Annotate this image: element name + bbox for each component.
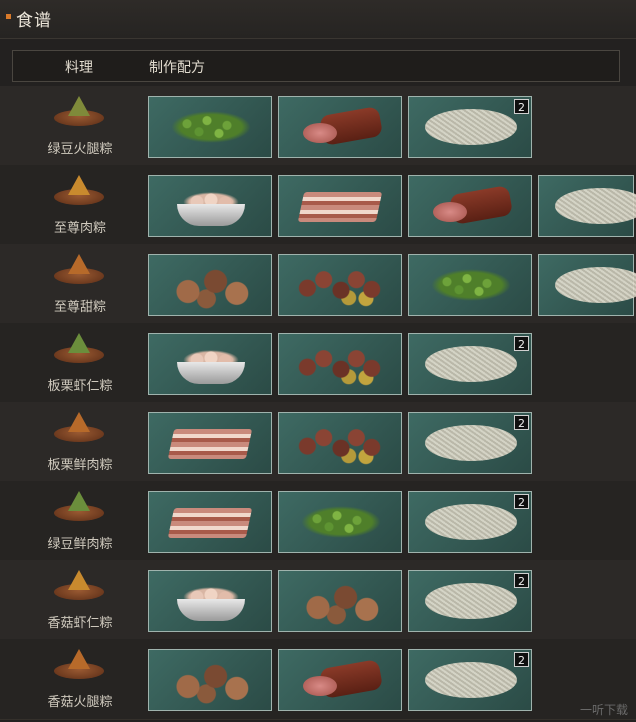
chestnut-icon: [293, 344, 389, 386]
quantity-badge: 2: [514, 652, 529, 667]
recipe-row: 至尊甜粽: [0, 244, 636, 325]
ingredient-slot[interactable]: [278, 96, 402, 158]
ingredient-slot[interactable]: 2: [408, 649, 532, 711]
pork-belly-icon: [167, 425, 253, 461]
ingredient-slot[interactable]: [148, 412, 272, 474]
quantity-badge: 2: [514, 415, 529, 430]
header-marker: [6, 14, 11, 19]
ingredient-slot[interactable]: [148, 649, 272, 711]
dish-name: 板栗虾仁粽: [47, 379, 113, 394]
column-header: 料理 制作配方: [12, 50, 620, 82]
zongzi-icon: [52, 96, 106, 126]
dish-name: 板栗鲜肉粽: [47, 458, 113, 473]
ham-icon: [299, 659, 384, 700]
glutinous-rice-icon: [425, 583, 517, 619]
chestnut-icon: [293, 423, 389, 465]
ingredient-slot[interactable]: [278, 254, 402, 316]
recipe-row: 板栗虾仁粽 2: [0, 323, 636, 404]
glutinous-rice-icon: [425, 346, 517, 382]
ingredient-slot[interactable]: 2: [408, 412, 532, 474]
ingredient-slot[interactable]: 2: [408, 491, 532, 553]
ham-icon: [429, 185, 514, 226]
column-dish: 料理: [65, 60, 93, 76]
recipe-row: 绿豆鲜肉粽 2: [0, 481, 636, 562]
recipe-row: 至尊肉粽: [0, 165, 636, 246]
zongzi-icon: [52, 649, 106, 679]
ingredient-slot[interactable]: [148, 570, 272, 632]
ingredient-slot[interactable]: [148, 333, 272, 395]
ingredient-slot[interactable]: [538, 254, 636, 316]
zongzi-icon: [52, 254, 106, 284]
mushroom-icon: [165, 263, 257, 309]
mung-beans-icon: [301, 506, 381, 538]
ingredient-slot[interactable]: [148, 175, 272, 237]
quantity-badge: 2: [514, 99, 529, 114]
zongzi-icon: [52, 175, 106, 205]
ingredient-slot[interactable]: [278, 175, 402, 237]
ingredient-slot[interactable]: 2: [408, 96, 532, 158]
mung-beans-icon: [171, 111, 251, 143]
glutinous-rice-icon: [425, 662, 517, 698]
recipe-row: 板栗鲜肉粽 2: [0, 402, 636, 483]
mung-beans-icon: [431, 269, 511, 301]
dish-name: 绿豆鲜肉粽: [47, 537, 113, 552]
dish-name: 至尊甜粽: [53, 300, 106, 315]
glutinous-rice-icon: [555, 267, 636, 303]
ingredient-slot[interactable]: [278, 412, 402, 474]
dish-name: 绿豆火腿粽: [47, 142, 113, 157]
pork-belly-icon: [297, 188, 383, 224]
shrimp-bowl-icon: [177, 581, 245, 623]
glutinous-rice-icon: [555, 188, 636, 224]
dish-name: 香菇虾仁粽: [47, 616, 113, 631]
chestnut-icon: [293, 265, 389, 307]
ingredient-slot[interactable]: [408, 254, 532, 316]
ingredient-slot[interactable]: [148, 96, 272, 158]
ham-icon: [299, 106, 384, 147]
pork-belly-icon: [167, 504, 253, 540]
dish-name: 至尊肉粽: [53, 221, 106, 236]
mushroom-icon: [165, 658, 257, 704]
recipe-row: 香菇火腿粽 2: [0, 639, 636, 720]
ingredient-slot[interactable]: [278, 649, 402, 711]
shrimp-bowl-icon: [177, 344, 245, 386]
ingredient-slot[interactable]: [538, 175, 636, 237]
mushroom-icon: [295, 579, 387, 625]
zongzi-icon: [52, 412, 106, 442]
ingredient-slot[interactable]: [278, 570, 402, 632]
ingredient-slot[interactable]: 2: [408, 570, 532, 632]
zongzi-icon: [52, 491, 106, 521]
quantity-badge: 2: [514, 336, 529, 351]
quantity-badge: 2: [514, 494, 529, 509]
glutinous-rice-icon: [425, 109, 517, 145]
recipe-row: 绿豆火腿粽 2: [0, 86, 636, 167]
ingredient-slot[interactable]: [278, 333, 402, 395]
zongzi-icon: [52, 333, 106, 363]
ingredient-slot[interactable]: [148, 254, 272, 316]
shrimp-bowl-icon: [177, 186, 245, 228]
quantity-badge: 2: [514, 573, 529, 588]
ingredient-slot[interactable]: [148, 491, 272, 553]
page-header: 食谱: [0, 0, 636, 39]
dish-name: 香菇火腿粽: [47, 695, 113, 710]
glutinous-rice-icon: [425, 504, 517, 540]
watermark: 一听下载: [579, 703, 628, 717]
recipe-row: 香菇虾仁粽 2: [0, 560, 636, 641]
page-title: 食谱: [16, 11, 52, 31]
glutinous-rice-icon: [425, 425, 517, 461]
column-recipe: 制作配方: [149, 60, 205, 76]
zongzi-icon: [52, 570, 106, 600]
ingredient-slot[interactable]: 2: [408, 333, 532, 395]
ingredient-slot[interactable]: [278, 491, 402, 553]
ingredient-slot[interactable]: [408, 175, 532, 237]
